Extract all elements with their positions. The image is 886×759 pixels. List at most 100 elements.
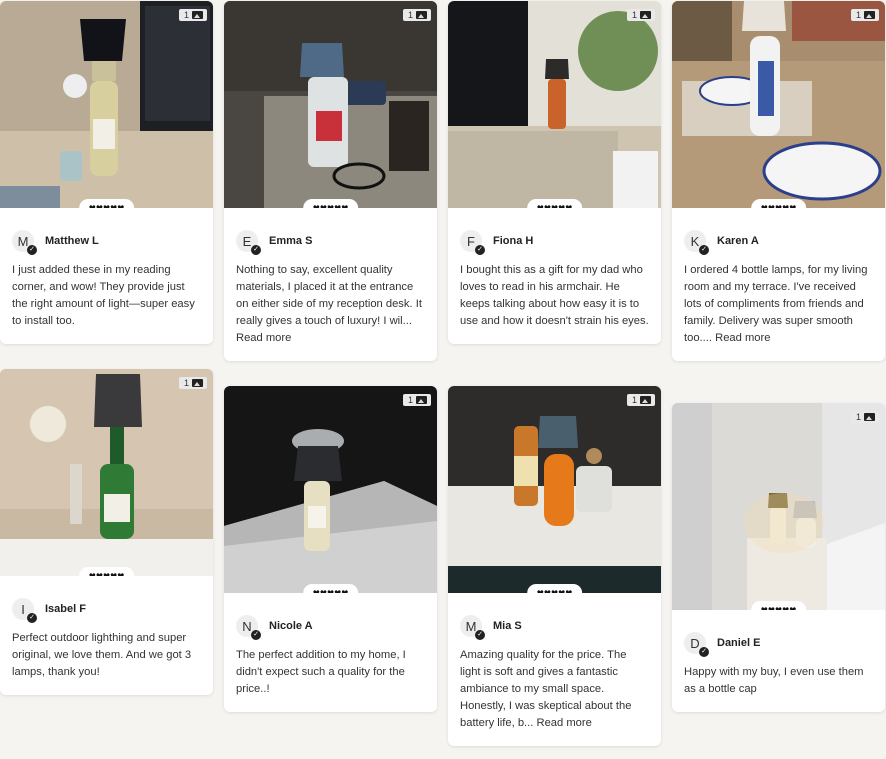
avatar-initial: M: [17, 233, 29, 249]
verified-check-icon: ✓: [27, 613, 37, 623]
reviewer-name: Karen A: [717, 235, 759, 247]
read-more-link[interactable]: Read more: [715, 332, 770, 344]
image-icon: [640, 11, 651, 19]
review-photo[interactable]: 1 ♥♥♥♥♥: [672, 1, 885, 208]
review-text: I ordered 4 bottle lamps, for my living …: [672, 252, 885, 361]
verified-check-icon: ✓: [699, 647, 709, 657]
rating-hearts: ♥♥♥♥♥: [526, 199, 583, 208]
review-text: I just added these in my reading corner,…: [0, 252, 213, 344]
review-card[interactable]: 1 ♥♥♥♥♥ D ✓ Daniel E Happy with my buy, …: [672, 403, 885, 712]
review-author: M ✓ Mia S: [448, 593, 661, 640]
media-count: 1: [183, 378, 189, 388]
review-card[interactable]: 1 ♥♥♥♥♥ K ✓ Karen A I ordered 4 bottle l…: [672, 1, 885, 361]
review-author: I ✓ Isabel F: [0, 576, 213, 623]
avatar-initial: M: [465, 618, 477, 634]
rating-hearts: ♥♥♥♥♥: [750, 601, 807, 610]
media-count-badge[interactable]: 1: [626, 9, 655, 21]
lamp-photo: [448, 386, 661, 593]
image-icon: [864, 413, 875, 421]
review-photo[interactable]: 1 ♥♥♥♥♥: [448, 386, 661, 593]
image-icon: [640, 396, 651, 404]
review-body: Perfect outdoor lighthing and super orig…: [12, 632, 192, 678]
avatar: M ✓: [460, 615, 485, 640]
verified-check-icon: ✓: [475, 245, 485, 255]
review-body: I ordered 4 bottle lamps, for my living …: [684, 264, 868, 344]
review-card[interactable]: 1 ♥♥♥♥♥ M ✓ Mia S Amazing quality for th…: [448, 386, 661, 746]
image-icon: [192, 11, 203, 19]
avatar: K ✓: [684, 230, 709, 255]
review-author: K ✓ Karen A: [672, 208, 885, 255]
read-more-link[interactable]: Read more: [536, 717, 591, 729]
reviewer-name: Matthew L: [45, 235, 99, 247]
rating-hearts: ♥♥♥♥♥: [302, 199, 359, 208]
review-body: Happy with my buy, I even use them as a …: [684, 666, 864, 695]
image-icon: [864, 11, 875, 19]
review-card[interactable]: 1 ♥♥♥♥♥ I ✓ Isabel F Perfect outdoor lig…: [0, 369, 213, 695]
avatar-initial: N: [242, 618, 252, 634]
review-text: Nothing to say, excellent quality materi…: [224, 252, 437, 361]
verified-check-icon: ✓: [475, 630, 485, 640]
review-text: Happy with my buy, I even use them as a …: [672, 654, 885, 712]
review-body: Nothing to say, excellent quality materi…: [236, 264, 422, 327]
review-photo[interactable]: 1 ♥♥♥♥♥: [448, 1, 661, 208]
review-card[interactable]: 1 ♥♥♥♥♥ N ✓ Nicole A The perfect additio…: [224, 386, 437, 712]
media-count: 1: [855, 412, 861, 422]
review-photo[interactable]: 1 ♥♥♥♥♥: [672, 403, 885, 610]
review-author: D ✓ Daniel E: [672, 610, 885, 657]
reviewer-name: Nicole A: [269, 620, 313, 632]
review-text: I bought this as a gift for my dad who l…: [448, 252, 661, 344]
avatar: M ✓: [12, 230, 37, 255]
media-count: 1: [183, 10, 189, 20]
media-count-badge[interactable]: 1: [178, 377, 207, 389]
read-more-link[interactable]: Read more: [236, 332, 291, 344]
media-count-badge[interactable]: 1: [850, 411, 879, 423]
lamp-photo: [224, 386, 437, 593]
lamp-photo: [448, 1, 661, 208]
reviewer-name: Fiona H: [493, 235, 534, 247]
review-card[interactable]: 1 ♥♥♥♥♥ M ✓ Matthew L I just added these…: [0, 1, 213, 344]
rating-hearts: ♥♥♥♥♥: [78, 199, 135, 208]
media-count-badge[interactable]: 1: [850, 9, 879, 21]
review-body: I just added these in my reading corner,…: [12, 264, 195, 327]
review-photo[interactable]: 1 ♥♥♥♥♥: [224, 386, 437, 593]
avatar-initial: I: [21, 601, 25, 617]
avatar: I ✓: [12, 598, 37, 623]
media-count: 1: [631, 10, 637, 20]
review-author: N ✓ Nicole A: [224, 593, 437, 640]
avatar: F ✓: [460, 230, 485, 255]
review-author: M ✓ Matthew L: [0, 208, 213, 255]
media-count-badge[interactable]: 1: [402, 394, 431, 406]
avatar-initial: K: [690, 233, 700, 249]
review-photo[interactable]: 1 ♥♥♥♥♥: [0, 1, 213, 208]
image-icon: [416, 11, 427, 19]
review-card[interactable]: 1 ♥♥♥♥♥ F ✓ Fiona H I bought this as a g…: [448, 1, 661, 344]
lamp-photo: [224, 1, 437, 208]
reviewer-name: Daniel E: [717, 637, 761, 649]
avatar: D ✓: [684, 632, 709, 657]
review-photo[interactable]: 1 ♥♥♥♥♥: [0, 369, 213, 576]
review-card[interactable]: 1 ♥♥♥♥♥ E ✓ Emma S Nothing to say, excel…: [224, 1, 437, 361]
image-icon: [416, 396, 427, 404]
rating-hearts: ♥♥♥♥♥: [302, 584, 359, 593]
media-count: 1: [407, 10, 413, 20]
rating-hearts: ♥♥♥♥♥: [750, 199, 807, 208]
media-count: 1: [631, 395, 637, 405]
media-count-badge[interactable]: 1: [626, 394, 655, 406]
media-count: 1: [855, 10, 861, 20]
review-text: Amazing quality for the price. The light…: [448, 637, 661, 746]
lamp-photo: [0, 1, 213, 208]
lamp-photo: [672, 1, 885, 208]
review-text: Perfect outdoor lighthing and super orig…: [0, 620, 213, 695]
image-icon: [192, 379, 203, 387]
lamp-photo: [672, 403, 885, 610]
verified-check-icon: ✓: [251, 630, 261, 640]
media-count-badge[interactable]: 1: [178, 9, 207, 21]
reviewer-name: Isabel F: [45, 603, 86, 615]
rating-hearts: ♥♥♥♥♥: [526, 584, 583, 593]
media-count-badge[interactable]: 1: [402, 9, 431, 21]
avatar-initial: D: [690, 635, 700, 651]
review-body: The perfect addition to my home, I didn'…: [236, 649, 406, 695]
review-photo[interactable]: 1 ♥♥♥♥♥: [224, 1, 437, 208]
reviewer-name: Mia S: [493, 620, 522, 632]
review-body: I bought this as a gift for my dad who l…: [460, 264, 649, 327]
